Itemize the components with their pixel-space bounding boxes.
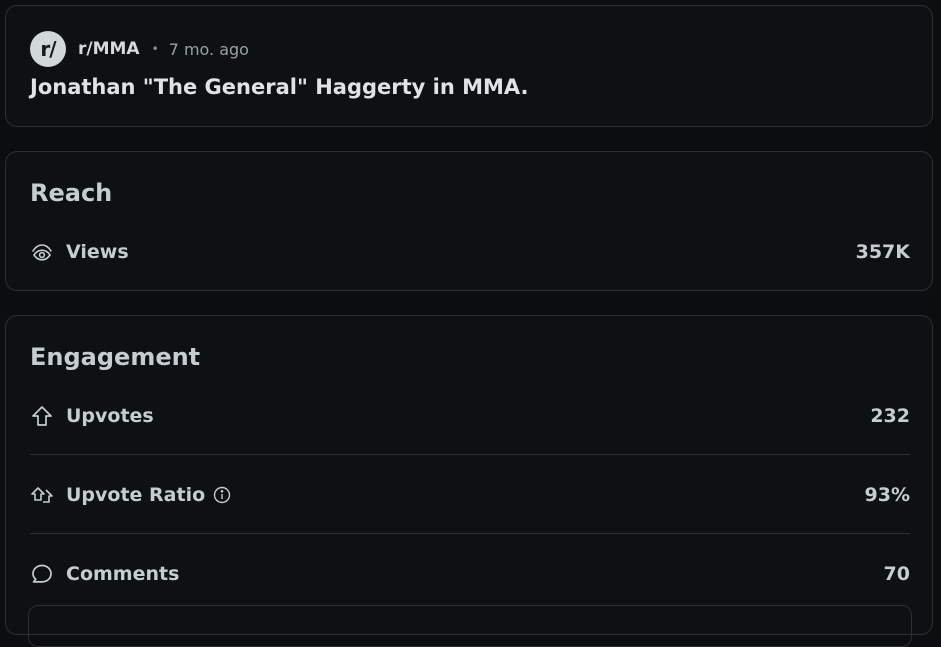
engagement-card: Engagement Upvotes 232 Upvote Ratio 93% …: [5, 315, 933, 647]
upvote-ratio-icon: [30, 483, 54, 507]
engagement-title: Engagement: [30, 343, 201, 371]
subreddit-avatar[interactable]: r/: [30, 31, 66, 67]
upvote-ratio-label: Upvote Ratio: [66, 484, 206, 506]
views-label: Views: [66, 241, 129, 263]
post-title[interactable]: Jonathan "The General" Haggerty in MMA.: [30, 75, 529, 99]
comments-breakdown-box: [28, 605, 912, 647]
reach-title: Reach: [30, 179, 113, 207]
upvotes-row: Upvotes 232: [30, 401, 910, 431]
info-icon[interactable]: [213, 486, 231, 504]
upvote-ratio-value: 93%: [864, 484, 910, 506]
comment-icon: [30, 562, 54, 586]
upvotes-label: Upvotes: [66, 405, 154, 427]
views-row: Views 357K: [30, 237, 910, 267]
separator-dot: •: [151, 42, 159, 56]
upvotes-value: 232: [870, 405, 910, 427]
subreddit-link[interactable]: r/MMA: [78, 39, 140, 59]
comments-value: 70: [883, 563, 910, 585]
comments-row: Comments 70: [30, 559, 910, 589]
divider: [30, 533, 910, 534]
views-value: 357K: [855, 241, 910, 263]
upvote-icon: [30, 404, 54, 428]
reach-card: Reach Views 357K: [5, 151, 933, 291]
divider: [30, 454, 910, 455]
post-header: r/ r/MMA • 7 mo. ago: [30, 31, 249, 67]
views-icon: [30, 240, 54, 264]
post-age: 7 mo. ago: [168, 39, 249, 59]
upvote-ratio-row: Upvote Ratio 93%: [30, 480, 910, 510]
comments-label: Comments: [66, 563, 180, 585]
post-card[interactable]: r/ r/MMA • 7 mo. ago Jonathan "The Gener…: [5, 5, 933, 127]
